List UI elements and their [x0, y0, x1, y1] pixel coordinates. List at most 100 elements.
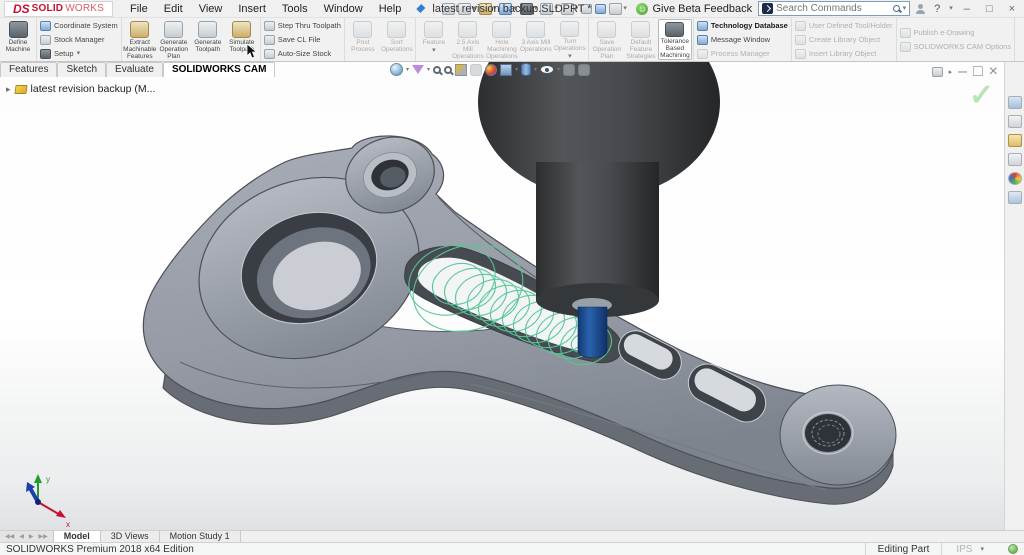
- mill-3axis-operations-button[interactable]: 3 Axis Mill Operations: [519, 19, 553, 60]
- camera-icon[interactable]: [578, 64, 590, 76]
- stock-manager-button[interactable]: Stock Manager: [38, 33, 120, 46]
- cam-options-button[interactable]: SOLIDWORKS CAM Options: [898, 40, 1014, 53]
- tolerance-based-machining-button[interactable]: Tolerance Based Machining: [658, 19, 692, 60]
- close-button[interactable]: ×: [1004, 3, 1020, 15]
- tab-evaluate[interactable]: Evaluate: [106, 62, 163, 77]
- section-view-icon[interactable]: [455, 64, 467, 76]
- display-style-icon[interactable]: [521, 63, 531, 76]
- attachments-button[interactable]: [581, 4, 592, 14]
- user-defined-tool-holder-button[interactable]: User Defined Tool/Holder: [793, 19, 895, 32]
- process-manager-button[interactable]: Process Manager: [695, 47, 790, 60]
- save-cl-file-button[interactable]: Save CL File: [262, 33, 343, 46]
- menu-view[interactable]: View: [192, 2, 230, 16]
- feature-caret-icon[interactable]: ▾: [432, 47, 436, 54]
- tab-sketch[interactable]: Sketch: [57, 62, 106, 77]
- file-properties-button[interactable]: [595, 4, 606, 14]
- save-operation-plan-button[interactable]: Save Operation Plan: [590, 19, 624, 60]
- cam-help-button[interactable]: ? Help: [1016, 19, 1024, 60]
- zoom-fit-icon[interactable]: [433, 66, 441, 74]
- open-file-button[interactable]: ▾: [479, 3, 497, 15]
- hide-show-caret[interactable]: ▾: [557, 67, 560, 73]
- tab-motion-study[interactable]: Motion Study 1: [160, 531, 241, 542]
- edit-appearance-icon[interactable]: [485, 64, 497, 76]
- help-button[interactable]: ?: [931, 3, 943, 15]
- apply-scene-icon[interactable]: [500, 64, 512, 76]
- confirmation-corner-check-icon[interactable]: ✓: [969, 78, 994, 113]
- zoom-area-icon[interactable]: [444, 66, 452, 74]
- turn-caret-icon[interactable]: ▾: [568, 53, 572, 60]
- file-explorer-icon[interactable]: [1008, 134, 1022, 147]
- message-window-button[interactable]: Message Window: [695, 33, 790, 46]
- unit-system-selector[interactable]: IPS ▾: [942, 544, 998, 555]
- step-thru-toolpath-button[interactable]: Step Thru Toolpath: [262, 19, 343, 32]
- cutting-tool[interactable]: [578, 307, 607, 358]
- generate-operation-plan-button[interactable]: Generate Operation Plan: [157, 19, 191, 60]
- publish-edrawing-button[interactable]: Publish e-Drawing: [898, 26, 1014, 39]
- scene-caret[interactable]: ▾: [515, 67, 518, 73]
- menu-help[interactable]: Help: [372, 2, 409, 16]
- custom-properties-icon[interactable]: [1008, 191, 1022, 204]
- design-library-icon[interactable]: [1008, 115, 1022, 128]
- menu-file[interactable]: File: [123, 2, 155, 16]
- technology-database-button[interactable]: Technology Database: [695, 19, 790, 32]
- menu-window[interactable]: Window: [317, 2, 370, 16]
- search-commands-box[interactable]: ▾: [758, 1, 910, 16]
- doc-expand-icon[interactable]: ▸: [949, 69, 953, 76]
- units-caret-icon[interactable]: ▾: [980, 546, 984, 553]
- save-button[interactable]: ▾: [499, 3, 517, 15]
- beta-feedback-button[interactable]: ☺ Give Beta Feedback: [636, 3, 752, 15]
- tab-model[interactable]: Model: [54, 531, 101, 542]
- previous-view-icon[interactable]: [470, 64, 482, 76]
- sort-operations-button[interactable]: Sort Operations: [380, 19, 414, 60]
- coordinate-system-button[interactable]: Coordinate System: [38, 19, 120, 32]
- search-icon[interactable]: [893, 5, 900, 12]
- threaded-hole-boss[interactable]: [780, 385, 896, 485]
- doc-minimize-button[interactable]: –: [958, 63, 967, 81]
- options-button[interactable]: ▾: [609, 3, 627, 15]
- next-tab-button[interactable]: ▶: [27, 533, 36, 540]
- doc-restore-button[interactable]: □: [973, 63, 983, 81]
- tab-features[interactable]: Features: [0, 62, 57, 77]
- setup-caret-icon[interactable]: ▾: [77, 50, 81, 57]
- restore-button[interactable]: □: [981, 3, 998, 15]
- view-orientation-caret[interactable]: ▾: [406, 67, 409, 73]
- menu-tools[interactable]: Tools: [275, 2, 315, 16]
- define-machine-button[interactable]: Define Machine: [1, 19, 35, 60]
- create-library-object-button[interactable]: Create Library Object: [793, 33, 895, 46]
- print-button[interactable]: ▾: [520, 3, 538, 15]
- expand-arrow-icon[interactable]: ▸: [6, 84, 11, 95]
- menu-insert[interactable]: Insert: [231, 2, 273, 16]
- pin-menu-icon[interactable]: [416, 4, 425, 13]
- model-canvas[interactable]: y x: [0, 62, 1004, 530]
- tab-3d-views[interactable]: 3D Views: [101, 531, 160, 542]
- view-palette-icon[interactable]: [1008, 153, 1022, 166]
- home-button[interactable]: [442, 3, 455, 15]
- tab-solidworks-cam[interactable]: SOLIDWORKS CAM: [163, 62, 275, 77]
- mill-25axis-operations-button[interactable]: 2.5 Axis Mill Operations: [451, 19, 485, 60]
- view-orientation-icon[interactable]: [390, 63, 403, 76]
- prev-tab-button[interactable]: ◀: [17, 533, 26, 540]
- search-caret-icon[interactable]: ▾: [903, 5, 907, 12]
- cam-tree-root-item[interactable]: ▸ latest revision backup (M...: [6, 83, 155, 95]
- menu-edit[interactable]: Edit: [157, 2, 190, 16]
- select-button[interactable]: ▾: [561, 3, 579, 15]
- hide-show-items-icon[interactable]: [540, 65, 554, 74]
- minimize-button[interactable]: –: [959, 3, 975, 15]
- setup-button[interactable]: Setup▾: [38, 47, 120, 60]
- new-file-button[interactable]: ▾: [458, 3, 476, 15]
- auto-size-stock-button[interactable]: Auto-Size Stock: [262, 47, 343, 60]
- last-tab-button[interactable]: ▶▶: [36, 533, 49, 540]
- extract-machinable-features-button[interactable]: Extract Machinable Features: [123, 19, 157, 60]
- view-settings-icon[interactable]: [563, 64, 575, 76]
- display-style-caret[interactable]: ▾: [534, 67, 537, 73]
- appearances-icon[interactable]: [1008, 172, 1022, 185]
- part-body[interactable]: [143, 126, 896, 504]
- resources-home-icon[interactable]: [1008, 96, 1022, 109]
- graphics-area[interactable]: y x Features Sketch Evaluate SOLIDWORKS …: [0, 62, 1004, 530]
- help-caret-icon[interactable]: ▾: [949, 5, 953, 12]
- feature-button[interactable]: Feature ▾: [417, 19, 451, 60]
- turn-operations-button[interactable]: Turn Operations ▾: [553, 19, 587, 60]
- doc-close-button[interactable]: ×: [989, 63, 998, 81]
- filter-caret[interactable]: ▾: [427, 67, 430, 73]
- doc-pane-icon[interactable]: [932, 67, 943, 77]
